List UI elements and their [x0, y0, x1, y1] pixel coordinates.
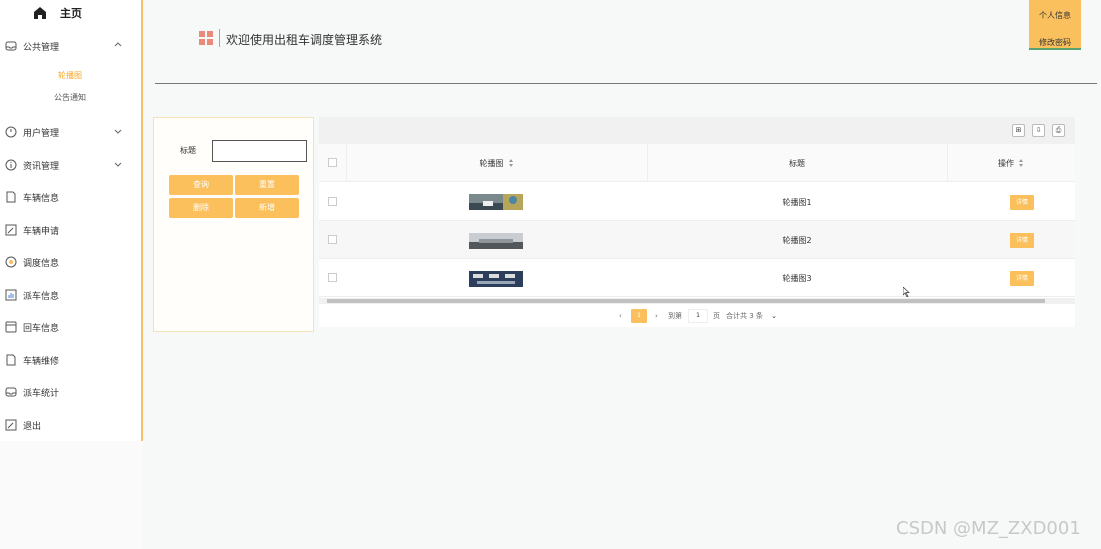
- submenu-item-carousel[interactable]: 轮播图: [58, 70, 82, 81]
- home-label: 主页: [60, 7, 82, 20]
- user-menu: 个人信息 修改密码: [1029, 0, 1081, 50]
- next-page-icon[interactable]: ›: [655, 309, 658, 323]
- watermark: CSDN @MZ_ZXD001: [896, 518, 1081, 539]
- delete-button[interactable]: 删除: [169, 198, 233, 218]
- table-header: 轮播图 标题 操作: [319, 144, 1075, 182]
- header-divider: [219, 29, 220, 47]
- goto-label: 到第: [668, 312, 682, 320]
- menu-item-send-stats[interactable]: 派车统计: [5, 383, 137, 401]
- chevron-down-icon: [114, 162, 122, 167]
- menu-label: 派车信息: [23, 291, 60, 302]
- home-icon: [34, 7, 46, 19]
- menu-item-send-info[interactable]: 派车信息: [5, 286, 137, 304]
- clock-icon: [5, 126, 17, 138]
- row-checkbox[interactable]: [328, 273, 337, 282]
- menu-label: 车辆信息: [23, 193, 60, 204]
- row-checkbox[interactable]: [328, 235, 337, 244]
- detail-button[interactable]: 详情: [1010, 233, 1034, 248]
- row-title: 轮播图2: [782, 236, 812, 245]
- table-toolbar: ⊞ ⇩ ⎙: [319, 117, 1075, 144]
- data-table-panel: ⊞ ⇩ ⎙ 轮播图 标题 操作 轮播图1 详情 轮播图2 详情 轮播图3 详情: [319, 117, 1075, 327]
- page-number-current[interactable]: 1: [631, 309, 647, 323]
- menu-item-logout[interactable]: 退出: [5, 416, 137, 434]
- inbox-icon: [5, 387, 17, 397]
- detail-button[interactable]: 详情: [1010, 271, 1034, 286]
- change-password-link[interactable]: 修改密码: [1029, 37, 1081, 48]
- profile-link[interactable]: 个人信息: [1029, 10, 1081, 21]
- submenu-item-notice[interactable]: 公告通知: [54, 92, 86, 103]
- page-title: 欢迎使用出租车调度管理系统: [226, 33, 383, 47]
- goto-page-input[interactable]: 1: [688, 309, 708, 323]
- total-count: 合计共 3 条: [726, 312, 763, 320]
- page-unit-label: 页: [713, 312, 720, 320]
- page-size-select[interactable]: ⌄: [768, 309, 780, 323]
- detail-button[interactable]: 详情: [1010, 195, 1034, 210]
- carousel-thumbnail-image: [469, 194, 523, 210]
- menu-item-public[interactable]: 公共管理: [5, 37, 137, 55]
- menu-item-users[interactable]: 用户管理: [5, 123, 137, 141]
- scrollbar-thumb[interactable]: [327, 299, 1045, 303]
- menu-label: 车辆申请: [23, 226, 60, 237]
- chevron-down-icon: [114, 129, 122, 134]
- chart-icon: [5, 289, 17, 301]
- menu-label: 调度信息: [23, 258, 60, 269]
- columns-filter-icon[interactable]: ⊞: [1012, 124, 1025, 137]
- row-title: 轮播图1: [782, 198, 812, 207]
- menu-label: 公共管理: [23, 42, 60, 53]
- reset-button[interactable]: 重置: [235, 175, 299, 195]
- home-link[interactable]: 主页: [33, 5, 82, 21]
- menu-item-return-info[interactable]: 回车信息: [5, 318, 137, 336]
- row-title: 轮播图3: [782, 274, 812, 283]
- row-checkbox[interactable]: [328, 197, 337, 206]
- sidebar: 主页 公共管理 轮播图 公告通知 用户管理 资讯管理 车辆信息 车辆申请 调度信…: [0, 0, 143, 549]
- title-label: 标题: [180, 146, 196, 155]
- grid-icon: [199, 31, 213, 45]
- menu-label: 派车统计: [23, 388, 60, 399]
- menu-item-news[interactable]: 资讯管理: [5, 156, 137, 174]
- carousel-thumbnail-image: [469, 271, 523, 287]
- header-rule: [155, 83, 1097, 84]
- menu-label: 回车信息: [23, 323, 60, 334]
- title-search-input[interactable]: [212, 140, 307, 162]
- table-row: 轮播图2 详情: [319, 221, 1075, 259]
- menu-item-vehicle-repair[interactable]: 车辆维修: [5, 351, 137, 369]
- query-button[interactable]: 查询: [169, 175, 233, 195]
- table-row: 轮播图3 详情: [319, 259, 1075, 297]
- document-icon: [6, 191, 16, 203]
- info-icon: [5, 159, 17, 171]
- menu-label: 车辆维修: [23, 356, 60, 367]
- column-header-image[interactable]: 轮播图: [346, 144, 647, 182]
- column-header-title: 标题: [789, 158, 805, 168]
- menu-label: 用户管理: [23, 128, 60, 139]
- form-icon: [5, 224, 17, 236]
- add-button[interactable]: 新增: [235, 198, 299, 218]
- document-icon: [6, 354, 16, 366]
- column-header-action[interactable]: 操作: [947, 144, 1075, 182]
- print-icon[interactable]: ⎙: [1052, 124, 1065, 137]
- sort-icon[interactable]: [508, 159, 514, 167]
- prev-page-icon[interactable]: ‹: [619, 309, 622, 323]
- form-icon: [5, 419, 17, 431]
- menu-label: 退出: [23, 421, 42, 432]
- sort-icon[interactable]: [1019, 159, 1024, 167]
- search-panel: 标题 查询 重置 删除 新增: [153, 117, 314, 332]
- chevron-up-icon: [114, 42, 122, 47]
- menu-item-vehicle-info[interactable]: 车辆信息: [5, 188, 137, 206]
- mouse-cursor-icon: [903, 287, 910, 297]
- menu-item-vehicle-apply[interactable]: 车辆申请: [5, 221, 137, 239]
- export-icon[interactable]: ⇩: [1032, 124, 1045, 137]
- select-all-checkbox[interactable]: [328, 158, 337, 167]
- carousel-thumbnail-image: [469, 233, 523, 249]
- menu-item-dispatch-info[interactable]: 调度信息: [5, 253, 137, 271]
- coin-icon: [5, 256, 17, 268]
- horizontal-scrollbar[interactable]: [319, 298, 1075, 304]
- inbox-icon: [5, 41, 17, 51]
- window-icon: [5, 321, 17, 333]
- table-row: 轮播图1 详情: [319, 183, 1075, 221]
- menu-label: 资讯管理: [23, 161, 60, 172]
